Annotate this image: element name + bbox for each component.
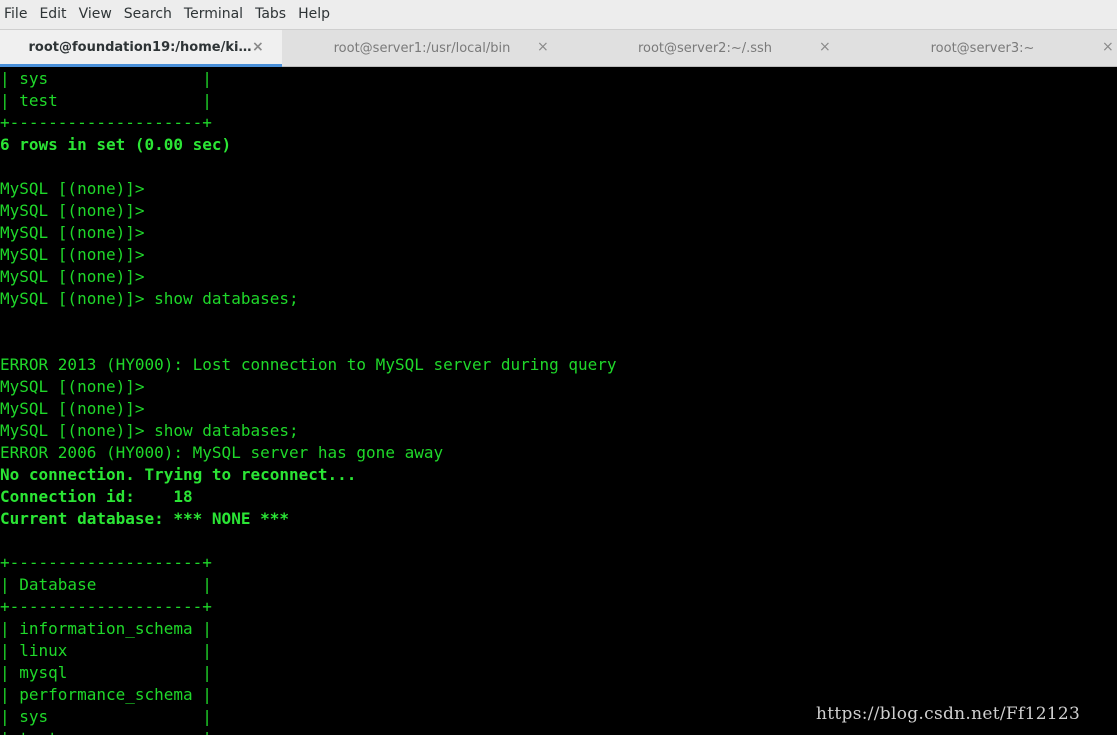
tab-close-icon[interactable]: × <box>1102 39 1114 55</box>
terminal-line: MySQL [(none)]> <box>0 223 145 242</box>
tab-server3[interactable]: root@server3:~ × <box>848 30 1117 67</box>
terminal-line: MySQL [(none)]> <box>0 377 145 396</box>
terminal-line: | mysql | <box>0 663 212 682</box>
terminal-line: | linux | <box>0 641 212 660</box>
tab-server1[interactable]: root@server1:/usr/local/bin × <box>282 30 562 67</box>
menu-search[interactable]: Search <box>124 0 180 29</box>
terminal-line: MySQL [(none)]> show databases; <box>0 421 299 440</box>
terminal-line: Current database: *** NONE *** <box>0 509 289 528</box>
tab-close-icon[interactable]: × <box>537 39 549 55</box>
terminal-line: | Database | <box>0 575 212 594</box>
terminal-line: | information_schema | <box>0 619 212 638</box>
tab-foundation19[interactable]: root@foundation19:/home/kio... × <box>0 30 282 67</box>
watermark: https://blog.csdn.net/Ff12123 <box>816 704 1081 724</box>
tab-label: root@foundation19:/home/kio... <box>28 39 254 55</box>
terminal-line: MySQL [(none)]> <box>0 201 145 220</box>
tab-server2[interactable]: root@server2:~/.ssh × <box>562 30 848 67</box>
terminal-line: | test | <box>0 91 212 110</box>
terminal-line: | test | <box>0 728 212 735</box>
tab-label: root@server2:~/.ssh <box>637 41 773 56</box>
terminal-line: MySQL [(none)]> <box>0 399 145 418</box>
tab-close-icon[interactable]: × <box>252 39 264 55</box>
terminal-line: +--------------------+ <box>0 113 212 132</box>
menu-file[interactable]: File <box>4 0 35 29</box>
terminal-line: MySQL [(none)]> <box>0 245 145 264</box>
terminal-line: ERROR 2013 (HY000): Lost connection to M… <box>0 355 617 374</box>
terminal-line: MySQL [(none)]> <box>0 267 145 286</box>
menu-edit[interactable]: Edit <box>39 0 74 29</box>
terminal-line: ERROR 2006 (HY000): MySQL server has gon… <box>0 443 444 462</box>
menu-terminal[interactable]: Terminal <box>184 0 251 29</box>
terminal-line: MySQL [(none)]> show databases; <box>0 289 299 308</box>
tab-label: root@server1:/usr/local/bin <box>333 41 511 56</box>
menu-help[interactable]: Help <box>298 0 338 29</box>
tab-close-icon[interactable]: × <box>819 39 831 55</box>
terminal-line: +--------------------+ <box>0 553 212 572</box>
terminal-line: | sys | <box>0 707 212 726</box>
terminal-output[interactable]: | sys | | test | +--------------------+ 6 r… <box>0 67 1117 735</box>
terminal-line: No connection. Trying to reconnect... <box>0 465 357 484</box>
menu-bar: File Edit View Search Terminal Tabs Help <box>0 0 1117 29</box>
terminal-line: Connection id: 18 <box>0 487 193 506</box>
tab-bar: root@foundation19:/home/kio... × root@se… <box>0 29 1117 67</box>
terminal-line: | performance_schema | <box>0 685 212 704</box>
terminal-line: 6 rows in set (0.00 sec) <box>0 135 232 154</box>
menu-tabs[interactable]: Tabs <box>255 0 294 29</box>
terminal-line: | sys | <box>0 69 212 88</box>
terminal-line: +--------------------+ <box>0 597 212 616</box>
menu-view[interactable]: View <box>79 0 120 29</box>
terminal-line: MySQL [(none)]> <box>0 179 145 198</box>
tab-label: root@server3:~ <box>930 41 1035 56</box>
